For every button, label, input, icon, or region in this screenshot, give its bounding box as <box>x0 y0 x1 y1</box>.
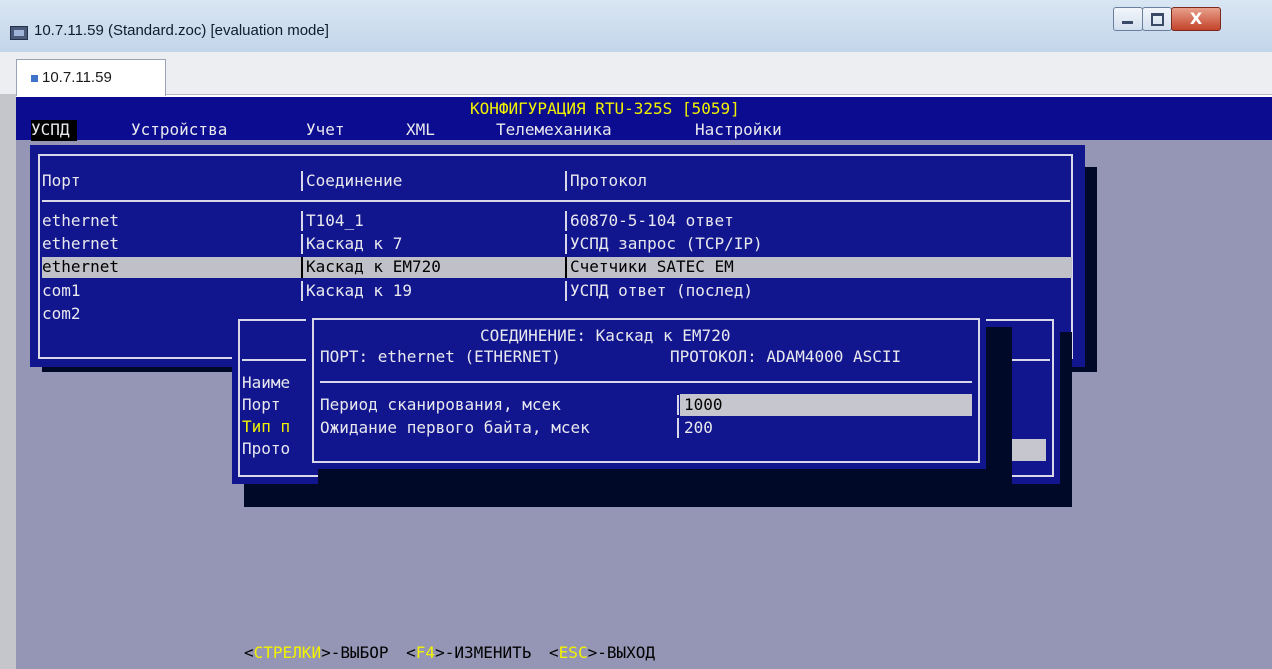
menu-item-telemechanics[interactable]: Телемеханика <box>496 120 612 140</box>
mid-label-name: Наиме <box>242 373 291 392</box>
window-titlebar[interactable]: 10.7.11.59 (Standard.zoc) [evaluation mo… <box>0 0 1272 52</box>
row-connection: Каскад к 7 <box>306 234 403 253</box>
table-row[interactable]: com1 Каскад к 19 УСПД ответ (послед) <box>42 281 1072 301</box>
close-button[interactable]: X <box>1171 7 1221 31</box>
scan-period-field[interactable]: 1000 <box>680 394 972 416</box>
session-status-icon <box>31 75 38 82</box>
column-header-protocol: Протокол <box>570 171 648 190</box>
menu-item-accounting[interactable]: Учет <box>306 120 345 140</box>
column-header-port: Порт <box>42 171 81 190</box>
config-header-title: КОНФИГУРАЦИЯ RTU-325S [5059] <box>470 99 740 118</box>
window-left-border <box>0 94 16 669</box>
session-tab-strip <box>0 52 1272 95</box>
hint-arrows-key: СТРЕЛКИ <box>253 643 322 662</box>
first-byte-wait-label: Ожидание первого байта, мсек <box>320 418 590 437</box>
column-divider <box>301 257 303 278</box>
menu-item-xml[interactable]: XML <box>406 120 435 140</box>
window-title: 10.7.11.59 (Standard.zoc) [evaluation mo… <box>34 22 329 39</box>
column-divider <box>301 234 303 254</box>
menu-item-devices[interactable]: Устройства <box>131 120 227 140</box>
column-divider <box>565 171 567 191</box>
menu-item-settings[interactable]: Настройки <box>695 120 782 140</box>
hint-esc-action: >-ВЫХОД <box>587 643 656 662</box>
ports-header-separator <box>42 200 1070 202</box>
row-port: ethernet <box>42 234 120 253</box>
scan-period-label: Период сканирования, мсек <box>320 395 561 414</box>
hint-esc-key: ESC <box>558 643 588 662</box>
hint-f4-key: F4 <box>415 643 436 662</box>
field-divider <box>677 418 679 438</box>
row-connection: T104_1 <box>306 211 364 230</box>
front-dialog-separator <box>320 381 972 383</box>
menu-item-uspd[interactable]: УСПД <box>31 120 70 140</box>
hint-f4-action: >-ИЗМЕНИТЬ <box>435 643 532 662</box>
hint-arrows-action: >-ВЫБОР <box>321 643 389 662</box>
column-divider <box>565 211 567 231</box>
column-divider <box>301 281 303 301</box>
terminal-screen[interactable]: КОНФИГУРАЦИЯ RTU-325S [5059] УСПД Устрой… <box>16 97 1272 669</box>
row-port: com1 <box>42 281 81 300</box>
column-divider <box>301 171 303 191</box>
front-dialog-title: СОЕДИНЕНИЕ: Каскад к EM720 <box>480 326 731 345</box>
table-row[interactable]: ethernet T104_1 60870-5-104 ответ <box>42 211 1072 231</box>
front-dialog-protocol: ПРОТОКОЛ: ADAM4000 ASCII <box>670 347 902 366</box>
first-byte-wait-value[interactable]: 200 <box>684 418 713 438</box>
row-protocol: УСПД запрос (TCP/IP) <box>570 234 763 253</box>
row-port: ethernet <box>42 211 120 230</box>
row-port: com2 <box>42 304 81 323</box>
column-divider <box>565 234 567 254</box>
column-header-connection: Соединение <box>306 171 403 190</box>
row-port: ethernet <box>42 257 120 276</box>
row-protocol: УСПД ответ (послед) <box>570 281 754 300</box>
session-tab[interactable]: 10.7.11.59 <box>16 59 166 96</box>
terminal-app-icon[interactable] <box>10 26 28 40</box>
field-divider <box>677 395 679 415</box>
mid-label-protocol: Прото <box>242 439 291 458</box>
row-connection: Каскад к EM720 <box>306 257 441 276</box>
footer-hints: <СТРЕЛКИ>-ВЫБОР <F4>-ИЗМЕНИТЬ <ESC>-ВЫХО… <box>244 643 655 665</box>
hint-open-bracket: < <box>244 643 254 662</box>
row-protocol: Счетчики SATEC EM <box>570 257 734 276</box>
row-protocol: 60870-5-104 ответ <box>570 211 734 230</box>
table-row-selected[interactable]: ethernet Каскад к EM720 Счетчики SATEC E… <box>42 257 1072 278</box>
column-divider <box>565 257 567 278</box>
column-divider <box>301 211 303 231</box>
table-row[interactable]: ethernet Каскад к 7 УСПД запрос (TCP/IP) <box>42 234 1072 254</box>
hint-open-bracket: < <box>406 643 416 662</box>
minimize-button[interactable] <box>1113 7 1143 31</box>
maximize-button[interactable] <box>1142 7 1172 31</box>
close-icon: X <box>1189 9 1203 28</box>
hint-open-bracket: < <box>549 643 559 662</box>
table-row[interactable]: com2 <box>42 304 242 324</box>
front-dialog-port: ПОРТ: ethernet (ETHERNET) <box>320 347 561 366</box>
session-tab-label: 10.7.11.59 <box>42 69 112 86</box>
row-connection: Каскад к 19 <box>306 281 412 300</box>
mid-label-type: Тип п <box>242 417 291 436</box>
column-divider <box>565 281 567 301</box>
scan-period-value: 1000 <box>684 395 723 414</box>
mid-label-port: Порт <box>242 395 281 414</box>
